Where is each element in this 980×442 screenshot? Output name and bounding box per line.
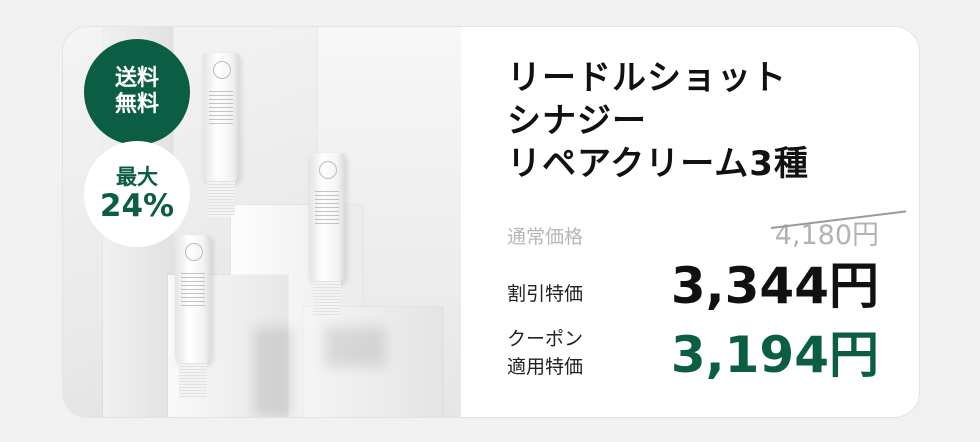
- coupon-label-line: 適用特価: [507, 356, 584, 378]
- cream-tube: [175, 235, 211, 399]
- product-card[interactable]: 送料 無料 最大 24% リードルショット シナジー リペアクリーム3種 通常価…: [62, 26, 920, 418]
- coupon-price: 3,194円: [670, 326, 879, 384]
- regular-price: 4,180円: [770, 210, 906, 252]
- coupon-price-label: クーポン 適用特価: [507, 325, 583, 381]
- free-shipping-line1: 送料: [114, 66, 159, 91]
- sale-price-label: 割引特価: [507, 283, 584, 305]
- product-image: 送料 無料 最大 24%: [63, 27, 461, 417]
- product-title: リードルショット シナジー リペアクリーム3種: [507, 57, 809, 186]
- discount-badge-label: 最大: [116, 165, 158, 189]
- free-shipping-line2: 無料: [114, 92, 159, 117]
- product-title-line: リードルショット: [507, 58, 787, 98]
- sale-price: 3,344円: [670, 257, 879, 315]
- discount-badge-percent: 24%: [99, 188, 175, 224]
- regular-price-label: 通常価格: [507, 226, 584, 248]
- product-title-line: シナジー: [507, 101, 647, 141]
- cream-tube: [203, 53, 239, 217]
- cream-tube: [309, 153, 345, 317]
- discount-badge: 最大 24%: [84, 141, 190, 247]
- free-shipping-badge: 送料 無料: [84, 39, 190, 145]
- coupon-label-line: クーポン: [507, 328, 584, 350]
- product-title-line: リペアクリーム3種: [507, 144, 809, 184]
